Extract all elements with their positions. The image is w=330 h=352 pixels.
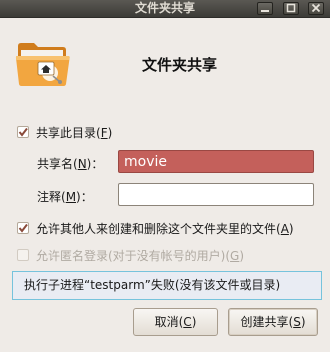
share-folder-checkbox[interactable] bbox=[17, 126, 29, 138]
comment-label: 注释(M)： bbox=[37, 190, 93, 204]
window-title: 文件夹共享 bbox=[134, 1, 195, 15]
error-info-bar: 执行子进程“testparm”失败(没有该文件或目录) bbox=[12, 271, 322, 300]
minimize-button[interactable] bbox=[257, 2, 273, 15]
guest-access-label[interactable]: 允许匿名登录(对于没有帐号的用户)(G) bbox=[36, 247, 244, 264]
guest-access-checkbox[interactable] bbox=[17, 249, 29, 261]
folder-share-icon bbox=[15, 43, 70, 86]
close-icon bbox=[311, 3, 321, 13]
maximize-button[interactable] bbox=[283, 2, 299, 15]
allow-write-checkbox[interactable] bbox=[17, 222, 29, 234]
title-bar[interactable]: 文件夹共享 bbox=[0, 0, 330, 18]
comment-input[interactable] bbox=[118, 183, 314, 206]
maximize-icon bbox=[286, 3, 296, 13]
cancel-button[interactable]: 取消(C) bbox=[133, 308, 218, 336]
share-name-input[interactable] bbox=[118, 150, 314, 173]
checkmark-icon bbox=[18, 127, 28, 137]
checkmark-icon bbox=[18, 223, 28, 233]
dialog-heading: 文件夹共享 bbox=[142, 56, 218, 74]
allow-write-label[interactable]: 允许其他人来创建和删除这个文件夹里的文件(A) bbox=[36, 220, 294, 237]
minimize-icon bbox=[261, 10, 269, 12]
error-message: 执行子进程“testparm”失败(没有该文件或目录) bbox=[24, 278, 281, 292]
create-share-button[interactable]: 创建共享(S) bbox=[228, 308, 318, 336]
close-button[interactable] bbox=[308, 2, 324, 15]
share-name-label: 共享名(N)： bbox=[37, 157, 104, 171]
share-folder-label[interactable]: 共享此目录(F) bbox=[36, 124, 112, 141]
